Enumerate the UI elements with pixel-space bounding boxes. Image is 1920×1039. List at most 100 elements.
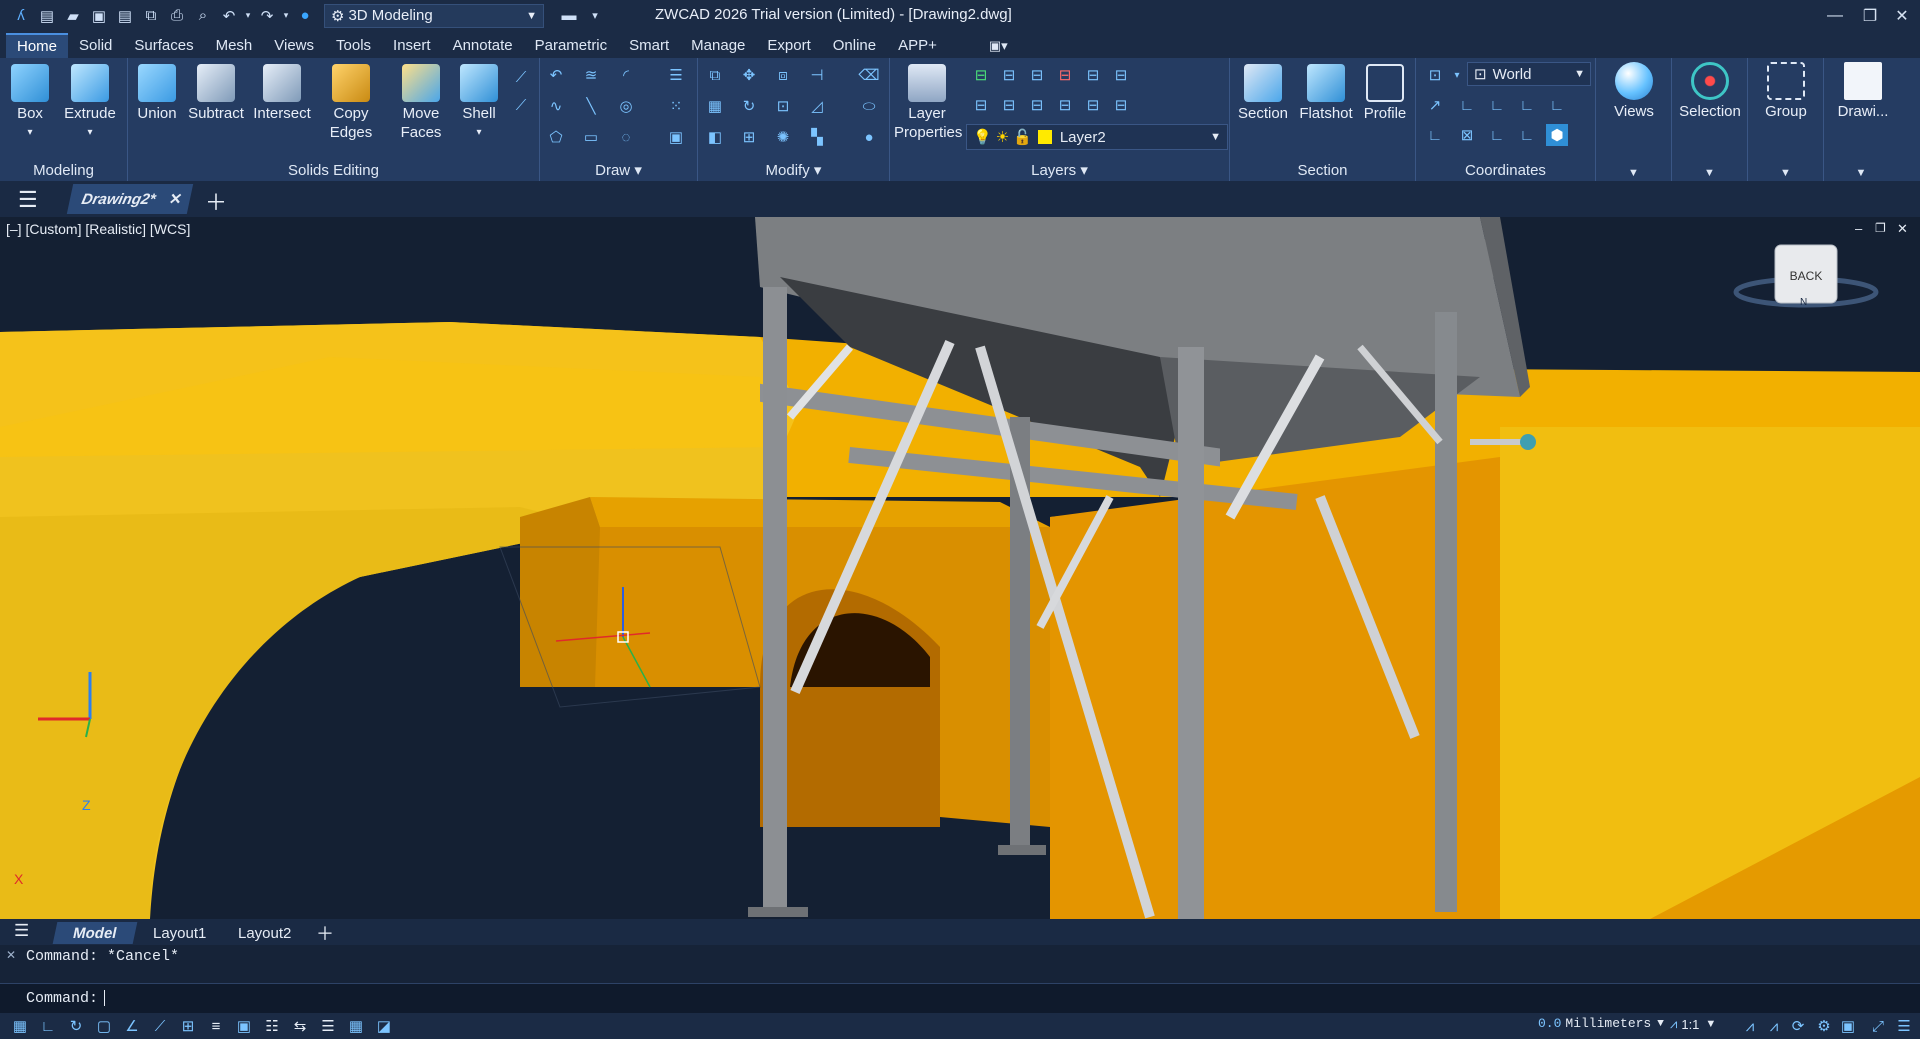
print-icon[interactable]: ⎙	[164, 3, 190, 29]
fullscreen-icon[interactable]: ⤢	[1864, 1014, 1892, 1038]
layer-tool-2-icon[interactable]: ⊟	[998, 64, 1020, 86]
tab-insert[interactable]: Insert	[382, 33, 442, 58]
mirror-icon[interactable]: ◧	[704, 126, 726, 148]
layer-tool-4-icon[interactable]: ⊟	[1054, 64, 1076, 86]
copy-edges-button[interactable]: Copy Edges	[322, 64, 380, 142]
views-button[interactable]: Views	[1598, 62, 1670, 121]
copy-icon[interactable]: ⧉	[138, 3, 164, 29]
annotation-monitor-icon[interactable]: ☰	[314, 1014, 342, 1038]
ellipse-icon[interactable]: ◌	[615, 126, 637, 148]
layer-tool-6-icon[interactable]: ⊟	[1110, 64, 1132, 86]
new-tab-button[interactable]: ＋	[205, 185, 227, 217]
layer-tool-12-icon[interactable]: ⊟	[1110, 94, 1132, 116]
circle-icon[interactable]: ◎	[615, 95, 637, 117]
add-layout-button[interactable]: ＋	[316, 922, 334, 944]
undo-icon[interactable]: ↶	[216, 3, 242, 29]
open-icon[interactable]: ▰	[60, 3, 86, 29]
box-button[interactable]: Box ▾	[8, 64, 52, 142]
otrack-icon[interactable]: ⊞	[174, 1014, 202, 1038]
close-tab-icon[interactable]: ✕	[167, 190, 183, 208]
extrude-button[interactable]: Extrude ▾	[62, 64, 118, 142]
layer-tool-3-icon[interactable]: ⊟	[1026, 64, 1048, 86]
region-icon[interactable]: ▣	[665, 126, 687, 148]
tab-mesh[interactable]: Mesh	[205, 33, 264, 58]
command-close-icon[interactable]: ✕	[6, 948, 16, 962]
polar-icon[interactable]: ∠	[118, 1014, 146, 1038]
annotation-scale[interactable]: ⩘ 1:1 ▼	[1670, 1016, 1716, 1032]
layer-tool-5-icon[interactable]: ⊟	[1082, 64, 1104, 86]
ucs-view-icon[interactable]: ∟	[1424, 124, 1446, 146]
toolbox-icon[interactable]: ▬	[556, 3, 582, 29]
document-tab-drawing2[interactable]: Drawing2* ✕	[66, 184, 194, 214]
views-dropdown-icon[interactable]: ▼	[1596, 167, 1671, 179]
flatshot-button[interactable]: Flatshot	[1296, 64, 1356, 123]
units-select[interactable]: 0.0 Millimeters ▼	[1538, 1016, 1664, 1031]
group-button[interactable]: Group	[1750, 62, 1822, 121]
ucs-3point-icon[interactable]: ∟	[1546, 94, 1568, 116]
drawing-viewport[interactable]: [–] [Custom] [Realistic] [WCS] BACK N Z …	[0, 217, 1920, 919]
separate-icon[interactable]: ⟋	[510, 94, 532, 116]
lineweight-icon[interactable]: ≡	[202, 1014, 230, 1038]
shell-button[interactable]: Shell ▾	[454, 64, 504, 142]
workspace-select[interactable]: ⚙ 3D Modeling ▼	[324, 3, 544, 28]
fillet-icon[interactable]: ◿	[806, 95, 828, 117]
panel-title-draw[interactable]: Draw ▾	[540, 161, 697, 179]
ucs-y-icon[interactable]: ∟	[1456, 94, 1478, 116]
tab-solid[interactable]: Solid	[68, 33, 123, 58]
redo-icon[interactable]: ↷	[254, 3, 280, 29]
polygon-icon[interactable]: ⬠	[545, 126, 567, 148]
save-icon[interactable]: ▣	[86, 3, 112, 29]
scale-icon[interactable]: ⊞	[738, 126, 760, 148]
app-logo-icon[interactable]: ʎ	[8, 3, 34, 29]
dynamic-input-icon[interactable]: ▦	[342, 1014, 370, 1038]
layout-tab-model[interactable]: Model	[52, 922, 138, 944]
ucs-previous-icon[interactable]: ∟	[1516, 124, 1538, 146]
helix-icon[interactable]: ≊	[580, 64, 602, 86]
ucs-icon-toggle-icon[interactable]: ⬢	[1546, 124, 1568, 146]
tab-app-plus[interactable]: APP+	[887, 33, 948, 58]
imprint-icon[interactable]: ⟋	[510, 66, 532, 88]
tab-surfaces[interactable]: Surfaces	[123, 33, 204, 58]
command-line-input[interactable]: Command:	[0, 983, 1920, 1013]
close-button[interactable]: ✕	[1882, 0, 1920, 31]
undo-dropdown-icon[interactable]: ▾	[242, 3, 254, 29]
layer-tool-9-icon[interactable]: ⊟	[1026, 94, 1048, 116]
tab-views[interactable]: Views	[263, 33, 325, 58]
layer-tool-8-icon[interactable]: ⊟	[998, 94, 1020, 116]
array-icon[interactable]: ▦	[704, 95, 726, 117]
preview-icon[interactable]: ⌕	[190, 3, 216, 29]
erase-icon[interactable]: ⌫	[858, 64, 880, 86]
layer-tool-11-icon[interactable]: ⊟	[1082, 94, 1104, 116]
tab-tools[interactable]: Tools	[325, 33, 382, 58]
customize-icon[interactable]: ▾	[582, 3, 608, 29]
tab-smart[interactable]: Smart	[618, 33, 680, 58]
workspace-switch-icon[interactable]: ⟳	[1784, 1014, 1812, 1038]
dynamic-ucs-icon[interactable]: ↻	[62, 1014, 90, 1038]
ucs-status-icon[interactable]: ◪	[370, 1014, 398, 1038]
panel-title-modify[interactable]: Modify ▾	[698, 161, 889, 179]
panel-title-layers[interactable]: Layers ▾	[890, 161, 1229, 179]
ribbon-minimize-icon[interactable]: ▣▾	[978, 33, 1019, 58]
layer-tool-7-icon[interactable]: ⊟	[970, 94, 992, 116]
stretch-icon[interactable]: ⊡	[772, 95, 794, 117]
section-button[interactable]: Section	[1234, 64, 1292, 123]
quick-properties-icon[interactable]: ☷	[258, 1014, 286, 1038]
layout-tab-layout2[interactable]: Layout2	[238, 922, 291, 944]
snap-icon[interactable]: ∟	[34, 1014, 62, 1038]
profile-button[interactable]: Profile	[1358, 64, 1412, 123]
drawing-dropdown-icon[interactable]: ▼	[1802, 167, 1920, 179]
trim-icon[interactable]: ⊣	[806, 64, 828, 86]
redo-dropdown-icon[interactable]: ▾	[280, 3, 292, 29]
arc-icon[interactable]: ◜	[615, 64, 637, 86]
tab-parametric[interactable]: Parametric	[524, 33, 619, 58]
viewport-label[interactable]: [–] [Custom] [Realistic] [WCS]	[6, 221, 190, 237]
layer-select[interactable]: 💡 ☀ 🔓 Layer2 ▼	[966, 124, 1228, 150]
drawing-button[interactable]: Drawi...	[1828, 62, 1898, 121]
hatch-icon[interactable]: ☰	[665, 64, 687, 86]
tab-annotate[interactable]: Annotate	[442, 33, 524, 58]
polyline-icon[interactable]: ↶	[545, 64, 567, 86]
layer-tool-10-icon[interactable]: ⊟	[1054, 94, 1076, 116]
ucs-z-icon[interactable]: ∟	[1486, 94, 1508, 116]
rotate-icon[interactable]: ↻	[738, 95, 760, 117]
arrange-icon[interactable]: ▚	[806, 126, 828, 148]
